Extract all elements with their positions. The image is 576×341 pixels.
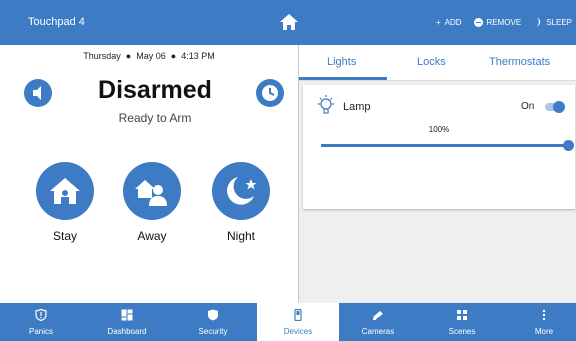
weekday: Thursday	[83, 51, 121, 61]
light-card-lamp: Lamp On 100%	[303, 85, 575, 209]
nav-cameras[interactable]: Cameras	[337, 303, 419, 341]
add-button[interactable]: + ADD	[436, 17, 462, 27]
arm-night-label: Night	[226, 229, 255, 243]
light-power-toggle[interactable]	[545, 101, 565, 113]
arm-night-disc	[212, 162, 270, 220]
light-level-label: 100%	[428, 125, 450, 134]
nav-cameras-label: Cameras	[361, 327, 395, 336]
nav-devices-label: Devices	[283, 327, 313, 336]
nav-panics-label: Panics	[28, 327, 53, 336]
nav-security-label: Security	[198, 327, 228, 336]
light-level-slider[interactable]	[321, 140, 574, 151]
clock-icon	[262, 85, 278, 101]
arm-stay-button[interactable]: Stay	[36, 162, 94, 243]
light-name: Lamp	[343, 101, 371, 113]
nav-more-label: More	[534, 327, 554, 336]
moon-icon	[535, 17, 541, 27]
add-button-label: ADD	[444, 17, 462, 27]
nav-panics[interactable]: Panics	[0, 303, 82, 341]
lightbulb-icon	[318, 95, 334, 114]
house-people-icon	[135, 180, 167, 206]
top-bar: Touchpad 4 + ADD REMOVE SLEEP	[0, 0, 576, 45]
arm-away-label: Away	[137, 229, 167, 243]
device-icon	[294, 309, 302, 321]
arm-stay-disc	[36, 162, 94, 220]
nav-dashboard[interactable]: Dashboard	[86, 303, 168, 341]
nav-devices[interactable]: Devices	[257, 303, 339, 341]
house-person-icon	[50, 178, 80, 204]
home-icon[interactable]	[279, 12, 299, 32]
date: May 06	[136, 51, 166, 61]
tab-locks[interactable]: Locks	[417, 56, 446, 68]
security-panel: Thursday ● May 06 ● 4:13 PM Disarmed Rea…	[0, 45, 299, 303]
alarm-substatus: Ready to Arm	[118, 111, 192, 125]
tab-lights[interactable]: Lights	[327, 56, 356, 68]
date-time: Thursday ● May 06 ● 4:13 PM	[83, 51, 215, 61]
plus-icon: +	[435, 17, 441, 27]
scenes-icon	[457, 310, 467, 320]
slider-fill	[321, 144, 569, 147]
arm-night-button[interactable]: Night	[212, 162, 270, 243]
minus-circle-icon	[473, 17, 483, 27]
active-tab-indicator	[299, 77, 387, 80]
history-button[interactable]	[256, 79, 284, 107]
device-tabs: Lights Locks Thermostats	[299, 45, 576, 81]
sleep-button-label: SLEEP	[546, 17, 572, 27]
tab-thermostats[interactable]: Thermostats	[489, 56, 550, 68]
bottom-nav: Panics Dashboard Security Devices Camera…	[0, 303, 576, 341]
arm-away-button[interactable]: Away	[123, 162, 181, 243]
nav-security[interactable]: Security	[172, 303, 254, 341]
header-actions: + ADD REMOVE SLEEP	[436, 17, 572, 27]
more-icon	[542, 309, 546, 321]
sleep-button[interactable]: SLEEP	[533, 17, 572, 27]
nav-scenes-label: Scenes	[448, 327, 476, 336]
nav-scenes[interactable]: Scenes	[421, 303, 503, 341]
remove-button-label: REMOVE	[486, 17, 522, 27]
slider-thumb[interactable]	[563, 140, 574, 151]
time: 4:13 PM	[181, 51, 215, 61]
panel-title: Touchpad 4	[28, 16, 85, 28]
devices-panel: Lights Locks Thermostats Lamp On 100%	[299, 45, 576, 303]
nav-more[interactable]: More	[503, 303, 576, 341]
dashboard-icon	[121, 309, 133, 321]
arm-away-disc	[123, 162, 181, 220]
shield-alert-icon	[35, 309, 47, 321]
remove-button[interactable]: REMOVE	[473, 17, 522, 27]
arm-stay-label: Stay	[52, 229, 77, 243]
shield-icon	[208, 309, 218, 321]
camera-icon	[373, 311, 383, 320]
moon-star-icon	[227, 177, 257, 205]
light-state-label: On	[521, 101, 535, 112]
nav-dashboard-label: Dashboard	[107, 327, 147, 336]
